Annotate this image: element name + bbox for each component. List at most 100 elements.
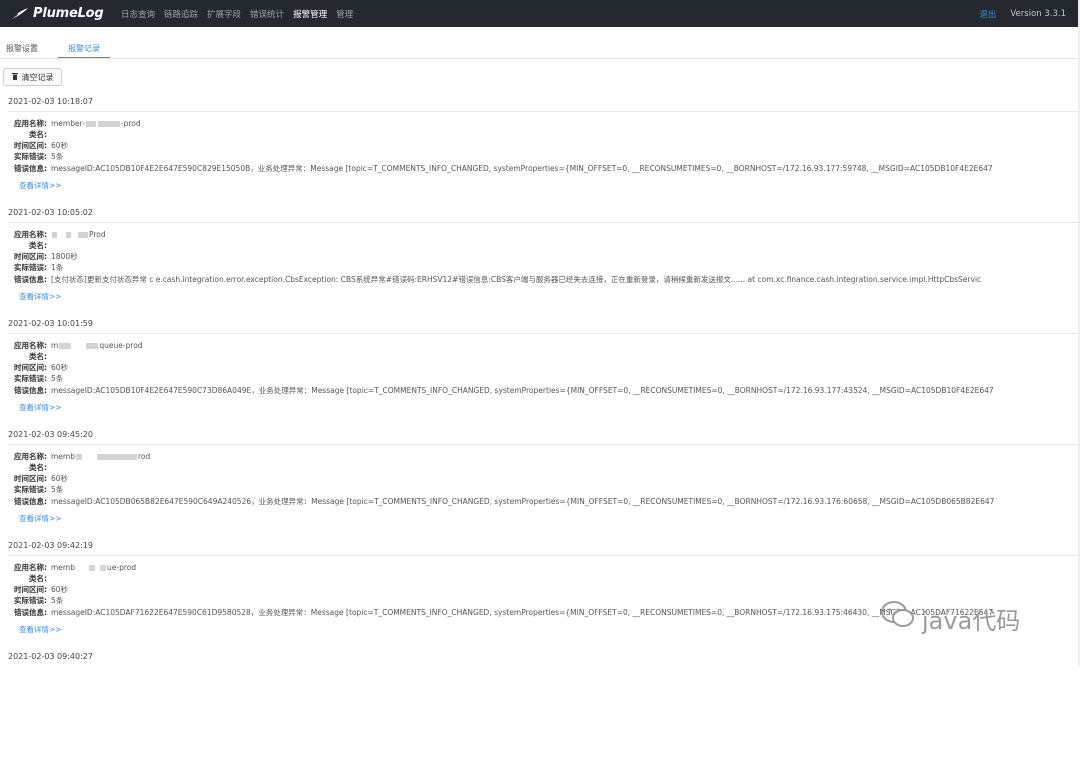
tab-alert-settings[interactable]: 报警设置 [0,41,46,57]
view-detail-link[interactable]: 查看详情>> [19,291,62,302]
record-timestamp: 2021-02-03 10:01:59 [8,319,93,328]
redacted-block [78,232,88,238]
alert-record: 2021-02-03 10:01:59 应用名称: m queue-prod 类名:… [0,317,1078,428]
window-row: 时间区间: 60秒 [0,141,68,151]
nav-error-stats[interactable]: 错误统计 [250,8,284,20]
class-name-label: 类名: [29,463,47,472]
app-name-prefix: m [51,341,59,350]
top-navbar: PlumeLog 日志查询 链路追踪 扩展字段 错误统计 报警管理 管理 退出 … [0,0,1080,27]
count-label: 实际错误: [14,374,47,383]
tab-alert-records[interactable]: 报警记录 [58,41,110,58]
error-row: 错误信息: messageID:AC105DB10F4E2E647E590C829… [0,164,993,174]
count-row: 实际错误: 5条 [0,152,63,162]
logout-link[interactable]: 退出 [979,8,996,20]
top-right: 退出 Version 3.3.1 [979,0,1066,27]
alert-record: 2021-02-03 10:05:02 应用名称: Prod 类名: 时间区间: 1… [0,206,1078,317]
redacted-block [86,343,99,349]
app-name-suffix: Prod [89,230,106,239]
alert-record: 2021-02-03 09:40:27 [0,650,1078,761]
app-name-value: member- -prod [51,119,141,128]
record-timestamp: 2021-02-03 09:45:20 [8,430,93,439]
app-name-value: m queue-prod [51,341,143,350]
redacted-block [85,121,96,127]
app-name-row: 应用名称: member- -prod [0,119,141,129]
count-label: 实际错误: [14,596,47,605]
redacted-block [59,343,72,349]
app-name-suffix: -prod [120,119,141,128]
trash-icon [11,72,18,82]
app-name-prefix: member- [51,119,85,128]
clear-records-button[interactable]: 清空记录 [3,68,62,86]
app-name-value: Prod [51,230,106,239]
count-value: 5条 [51,152,64,161]
alert-record: 2021-02-03 09:45:20 应用名称: memb rod 类名: 时间区… [0,428,1078,539]
brand-name: PlumeLog [33,6,104,21]
window-row: 时间区间: 60秒 [0,363,68,373]
record-timestamp: 2021-02-03 10:05:02 [8,208,93,217]
window-label: 时间区间: [14,141,47,150]
nav-admin[interactable]: 管理 [336,8,353,20]
main-nav: 日志查询 链路追踪 扩展字段 错误统计 报警管理 管理 [121,0,362,27]
app-name-row: 应用名称: memb ue-prod [0,563,136,573]
count-label: 实际错误: [14,485,47,494]
count-label: 实际错误: [14,152,47,161]
count-row: 实际错误: 5条 [0,596,63,606]
error-value: messageID:AC105DAF71622E647E590C61D95805… [51,608,994,617]
window-label: 时间区间: [14,474,47,483]
divider [8,222,1078,223]
error-label: 错误信息: [14,386,47,395]
count-label: 实际错误: [14,263,47,272]
class-name-label: 类名: [29,574,47,583]
redacted-block [76,454,82,460]
nav-alert-management[interactable]: 报警管理 [293,8,327,20]
error-label: 错误信息: [14,608,47,617]
app-name-row: 应用名称: memb rod [0,452,150,462]
error-label: 错误信息: [14,497,47,506]
class-name-row: 类名: [0,574,51,584]
divider [8,444,1078,445]
window-label: 时间区间: [14,363,47,372]
nav-log-query[interactable]: 日志查询 [121,8,155,20]
error-row: 错误信息: messageID:AC105DB10F4E2E647E590C73D… [0,386,994,396]
app-name-value: memb ue-prod [51,563,136,572]
nav-extend-fields[interactable]: 扩展字段 [207,8,241,20]
app-name-prefix: memb [51,563,75,572]
brand[interactable]: PlumeLog [9,6,121,21]
divider [8,333,1078,334]
alert-tabs: 报警设置 报警记录 [0,41,1078,59]
app-name-value: memb rod [51,452,150,461]
window-value: 1800秒 [51,252,78,261]
class-name-row: 类名: [0,463,51,473]
view-detail-link[interactable]: 查看详情>> [19,180,62,191]
class-name-row: 类名: [0,352,51,362]
redacted-block [66,232,71,238]
count-row: 实际错误: 5条 [0,485,63,495]
app-name-suffix: rod [138,452,151,461]
count-row: 实际错误: 1条 [0,263,63,273]
app-name-row: 应用名称: m queue-prod [0,341,143,351]
app-name-label: 应用名称: [14,119,47,128]
redacted-block [97,454,137,460]
app-name-suffix: ue-prod [107,563,137,572]
error-row: 错误信息: [支付状态]更新支付状态异常 c e.cash.integration… [0,275,981,285]
redacted-block [89,565,95,571]
class-name-label: 类名: [29,352,47,361]
view-detail-link[interactable]: 查看详情>> [19,513,62,524]
redacted-block [97,121,120,127]
app-name-label: 应用名称: [14,230,47,239]
window-value: 60秒 [51,141,69,150]
nav-trace[interactable]: 链路追踪 [164,8,198,20]
view-detail-link[interactable]: 查看详情>> [19,402,62,413]
error-value: [支付状态]更新支付状态异常 c e.cash.integration.erro… [51,275,982,284]
feather-logo-icon [9,7,29,21]
watermark: java代码 [880,600,1020,636]
window-row: 时间区间: 1800秒 [0,252,78,262]
error-value: messageID:AC105DB10F4E2E647E590C829E1505… [51,164,993,173]
app-name-label: 应用名称: [14,563,47,572]
class-name-label: 类名: [29,130,47,139]
window-label: 时间区间: [14,585,47,594]
view-detail-link[interactable]: 查看详情>> [19,624,62,635]
error-label: 错误信息: [14,164,47,173]
redacted-block [52,232,57,238]
app-name-row: 应用名称: Prod [0,230,106,240]
